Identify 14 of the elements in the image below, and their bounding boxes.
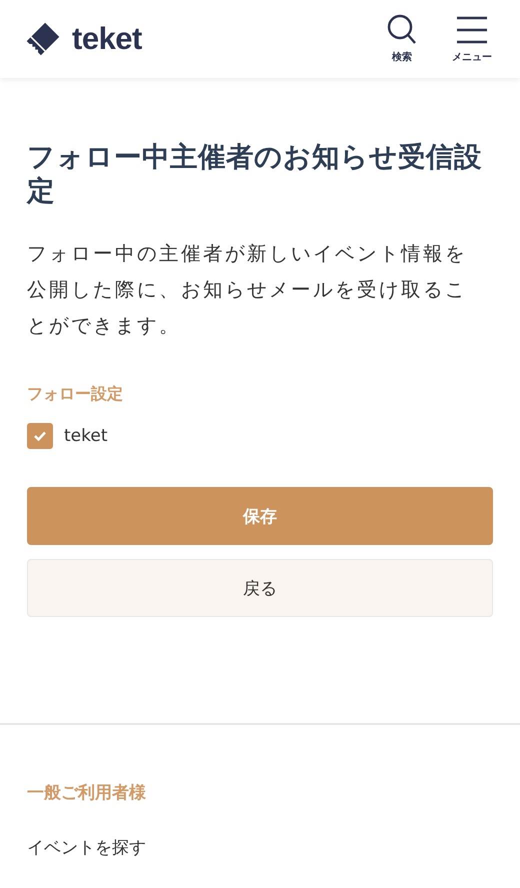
back-button[interactable]: 戻る xyxy=(27,559,493,617)
menu-icon xyxy=(456,14,488,46)
footer-link[interactable]: イベントを探す xyxy=(27,836,493,859)
description-text: フォロー中の主催者が新しいイベント情報を公開した際に、お知らせメールを受け取ることができます。 xyxy=(27,241,468,339)
search-button[interactable]: 検索 xyxy=(378,14,426,64)
check-icon xyxy=(33,430,47,442)
checkbox[interactable] xyxy=(27,423,53,449)
search-icon xyxy=(387,14,417,46)
footer-heading: 一般ご利用者様 xyxy=(27,782,147,804)
page-title: フォロー中主催者のお知らせ受信設定 xyxy=(27,140,483,208)
section-label: フォロー設定 xyxy=(27,384,124,405)
logo-text[interactable]: teket xyxy=(72,21,142,57)
menu-button[interactable]: メニュー xyxy=(448,14,496,64)
checkbox-label: teket xyxy=(64,426,108,446)
